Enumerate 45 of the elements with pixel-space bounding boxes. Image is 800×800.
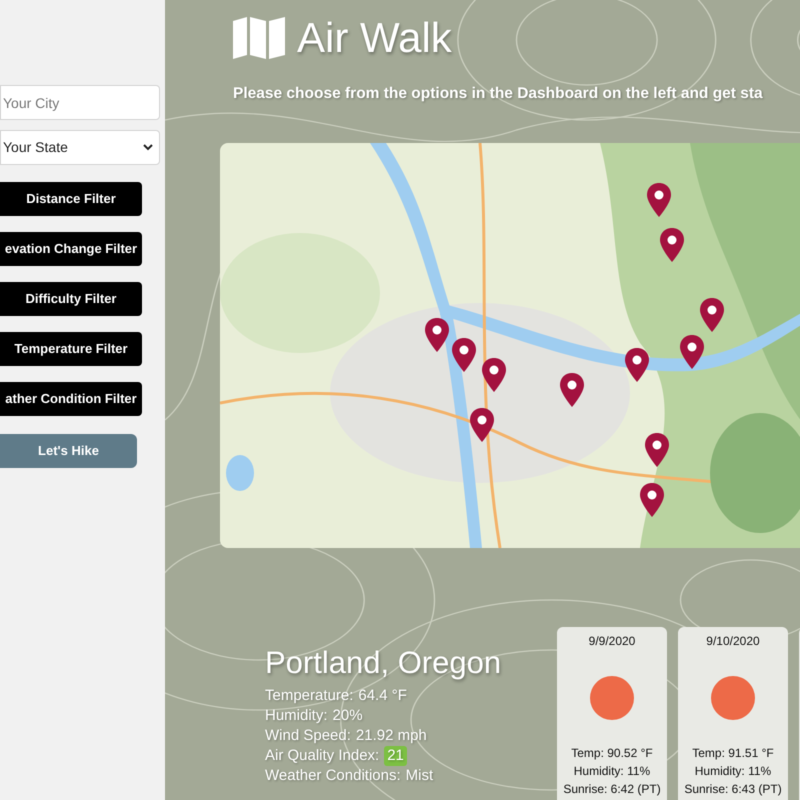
forecast-humidity: Humidity: 11%: [574, 763, 650, 780]
sun-icon: [590, 676, 634, 720]
aqi-badge: 21: [384, 746, 407, 766]
filter-button[interactable]: ather Condition Filter: [0, 382, 142, 416]
app-title: Air Walk: [297, 17, 452, 59]
weather-stat-label: Weather Conditions:: [265, 766, 401, 786]
forecast-humidity: Humidity: 11%: [694, 763, 772, 780]
filter-button[interactable]: Difficulty Filter: [0, 282, 142, 316]
map-pin-icon[interactable]: [647, 183, 671, 218]
weather-stat-value: 20%: [332, 706, 363, 726]
forecast-temp: Temp: 91.51 °F: [692, 745, 774, 762]
map-pin-icon[interactable]: [660, 228, 684, 262]
city-heading: Portland, Oregon: [265, 647, 502, 678]
map-pin-icon[interactable]: [625, 348, 649, 382]
weather-stat-value: 64.4 °F: [358, 686, 407, 706]
city-field[interactable]: Your City: [0, 85, 160, 120]
filter-button[interactable]: evation Change Filter: [0, 232, 142, 266]
forecast-date: 9/9/2020: [588, 633, 636, 650]
map-pin-icon[interactable]: [700, 298, 724, 332]
filter-button[interactable]: Temperature Filter: [0, 332, 142, 366]
map-pin-icon[interactable]: [482, 358, 506, 392]
forecast-date: 9/10/2020: [706, 633, 760, 650]
map-pin-icon[interactable]: [680, 335, 704, 370]
filter-button[interactable]: Distance Filter: [0, 182, 142, 216]
sun-icon: [711, 676, 755, 720]
state-select[interactable]: Your State: [0, 130, 160, 165]
forecast-sunrise: Sunrise: 6:43 (PT): [684, 781, 782, 798]
map-icon: [233, 17, 285, 59]
chevron-down-icon: [143, 144, 153, 151]
map-pin-icon[interactable]: [470, 408, 494, 442]
weather-stat-label: Humidity:: [265, 706, 328, 726]
map-pin-icon[interactable]: [640, 483, 664, 518]
lets-hike-button[interactable]: Let's Hike: [0, 434, 137, 468]
forecast-sunrise: Sunrise: 6:42 (PT): [563, 781, 661, 798]
map-pin-icon[interactable]: [452, 338, 476, 372]
map-pin-icon[interactable]: [645, 433, 669, 468]
forecast-temp: Temp: 90.52 °F: [571, 745, 653, 762]
weather-stat-label: Wind Speed:: [265, 726, 351, 746]
weather-stat-value: Mist: [406, 766, 434, 786]
intro-text: Please choose from the options in the Dashboard on the left and get sta: [232, 84, 764, 104]
weather-stat-label: Temperature:: [265, 686, 354, 706]
weather-stat-label: Air Quality Index:: [265, 746, 380, 766]
weather-stat-value: 21.92 mph: [356, 726, 427, 746]
map-pin-icon[interactable]: [560, 373, 584, 408]
map-pin-icon[interactable]: [425, 318, 449, 352]
